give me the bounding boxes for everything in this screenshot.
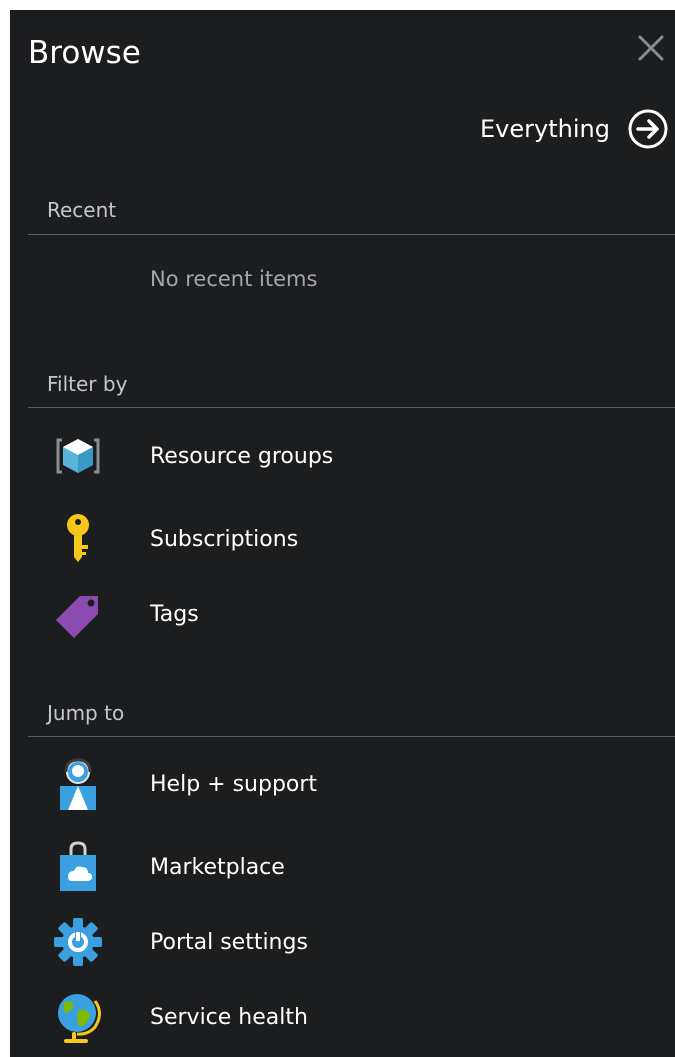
- filter-item-label: Subscriptions: [150, 526, 299, 552]
- everything-link[interactable]: Everything: [480, 109, 670, 149]
- arrow-right-circle-icon: [628, 109, 668, 149]
- jump-to-divider: [28, 736, 675, 737]
- jump-to-heading: Jump to: [47, 701, 125, 725]
- gear-icon: [50, 914, 106, 970]
- jump-item-label: Help + support: [150, 771, 318, 797]
- tag-icon: [50, 586, 106, 642]
- close-button[interactable]: [635, 32, 667, 64]
- browse-panel: Browse Everything Recent No recent items…: [10, 10, 675, 1057]
- close-icon: [638, 35, 664, 61]
- jump-item-portal-settings[interactable]: Portal settings: [28, 909, 675, 975]
- everything-label: Everything: [480, 115, 610, 143]
- key-icon: [50, 511, 106, 567]
- jump-item-help-support[interactable]: Help + support: [28, 751, 675, 817]
- jump-item-label: Service health: [150, 1004, 308, 1030]
- resource-group-icon: [50, 428, 106, 484]
- recent-heading: Recent: [47, 198, 117, 222]
- recent-divider: [28, 234, 675, 235]
- filter-item-label: Resource groups: [150, 443, 334, 469]
- jump-item-label: Portal settings: [150, 929, 308, 955]
- filter-item-resource-groups[interactable]: Resource groups: [28, 423, 675, 489]
- filter-item-tags[interactable]: Tags: [28, 581, 675, 647]
- marketplace-bag-icon: [50, 839, 106, 895]
- jump-item-marketplace[interactable]: Marketplace: [28, 834, 675, 900]
- jump-item-service-health[interactable]: Service health: [28, 984, 675, 1050]
- help-support-icon: [50, 756, 106, 812]
- globe-icon: [50, 989, 106, 1045]
- page-title: Browse: [28, 35, 141, 71]
- filter-item-label: Tags: [150, 601, 199, 627]
- filter-item-subscriptions[interactable]: Subscriptions: [28, 506, 675, 572]
- filter-by-heading: Filter by: [47, 372, 128, 396]
- filter-by-divider: [28, 407, 675, 408]
- no-recent-items-text: No recent items: [150, 267, 318, 291]
- jump-item-label: Marketplace: [150, 854, 285, 880]
